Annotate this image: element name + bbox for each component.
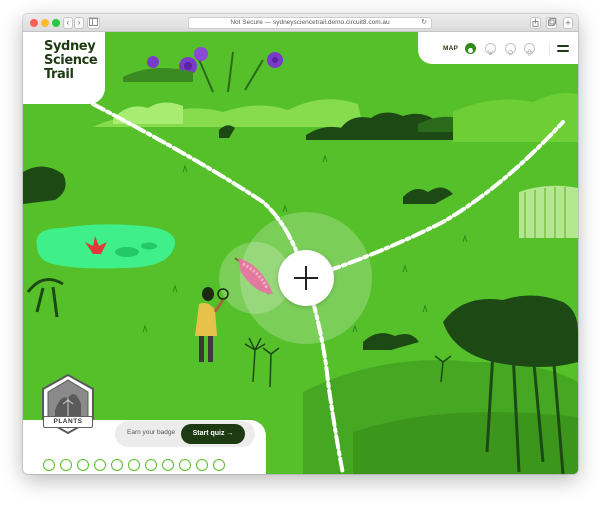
new-tab-button[interactable]: + <box>563 17 573 29</box>
rock-icon[interactable] <box>505 43 516 56</box>
progress-dot <box>213 459 225 471</box>
paw-icon[interactable] <box>485 43 496 56</box>
progress-dot <box>77 459 89 471</box>
progress-dot <box>43 459 55 471</box>
minimize-window-button[interactable] <box>41 19 49 27</box>
forward-button[interactable]: › <box>74 17 84 29</box>
top-navigation: MAP <box>418 32 578 64</box>
menu-line <box>557 45 569 47</box>
logo-line: Sydney <box>44 39 96 54</box>
building-columns <box>519 185 578 238</box>
close-window-button[interactable] <box>30 19 38 27</box>
share-icon <box>532 18 539 27</box>
sidebar-icon <box>89 18 98 26</box>
add-specimen-button[interactable] <box>278 250 334 306</box>
progress-dot <box>179 459 191 471</box>
upper-right-hill <box>453 93 578 142</box>
site-logo[interactable]: Sydney Science Trail <box>23 32 105 104</box>
share-button[interactable] <box>530 17 541 29</box>
forward-icon: › <box>77 18 81 27</box>
progress-dot <box>111 459 123 471</box>
map-label[interactable]: MAP <box>443 45 458 52</box>
left-tree <box>23 166 66 204</box>
browser-titlebar: ‹ › Not Secure — sydneysciencetrail.demo… <box>23 14 578 32</box>
address-bar[interactable]: Not Secure — sydneysciencetrail.demo.cir… <box>188 17 432 29</box>
nav-divider <box>549 42 550 55</box>
back-icon: ‹ <box>66 18 70 27</box>
progress-dot <box>128 459 140 471</box>
lily-pad <box>115 247 139 257</box>
left-shrub <box>26 278 64 318</box>
atom-icon[interactable] <box>524 43 535 56</box>
url-text: Not Secure — sydneysciencetrail.demo.cir… <box>230 19 390 26</box>
tabs-icon <box>547 18 556 26</box>
tabs-button[interactable] <box>546 17 557 29</box>
lily-pad <box>141 242 157 250</box>
scientist-character <box>195 287 229 362</box>
browser-window: ‹ › Not Secure — sydneysciencetrail.demo… <box>23 14 578 474</box>
map-viewport[interactable]: Sydney Science Trail MAP PLANTS Earn you… <box>23 32 578 474</box>
menu-line <box>557 50 569 52</box>
progress-dot <box>162 459 174 471</box>
logo-line: Trail <box>44 67 74 82</box>
zoom-window-button[interactable] <box>52 19 60 27</box>
progress-dot <box>60 459 72 471</box>
back-button[interactable]: ‹ <box>63 17 73 29</box>
new-tab-icon: + <box>565 18 571 28</box>
purple-flowers <box>123 47 283 93</box>
earn-badge-text: Earn your badge <box>127 429 176 436</box>
start-quiz-button[interactable]: Start quiz → <box>181 424 245 444</box>
progress-dot <box>196 459 208 471</box>
progress-dot <box>94 459 106 471</box>
progress-dot <box>145 459 157 471</box>
badge-label: PLANTS <box>43 416 93 428</box>
sidebar-button[interactable] <box>87 17 100 29</box>
flower-icon[interactable] <box>465 43 476 54</box>
logo-line: Science <box>44 53 98 68</box>
quiz-prompt: Earn your badge Start quiz → <box>115 421 255 447</box>
reload-icon[interactable]: ↻ <box>421 18 427 28</box>
